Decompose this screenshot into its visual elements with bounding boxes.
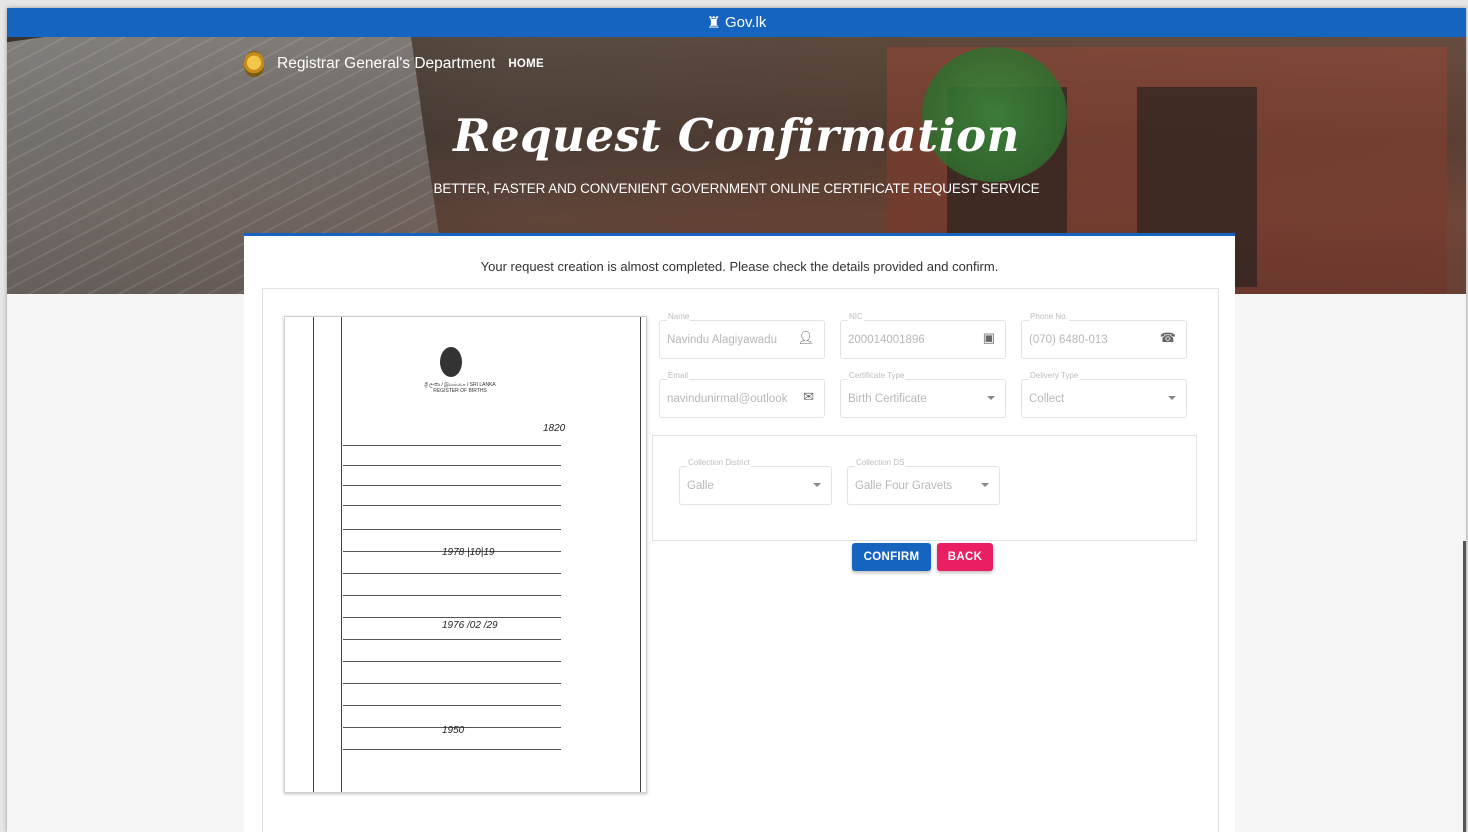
document-row-line <box>343 505 561 506</box>
delivery-type-select[interactable]: Delivery Type Collect <box>1021 371 1187 418</box>
document-row-line <box>343 485 561 486</box>
collection-panel: Collection District Galle Collection DS … <box>652 435 1197 541</box>
name-label: Name <box>667 312 691 321</box>
document-row-line <box>343 595 561 596</box>
phone-icon: ☎︎ <box>1159 330 1176 345</box>
document-row-line <box>343 465 561 466</box>
confirm-button[interactable]: CONFIRM <box>852 543 931 571</box>
document-handwriting: 1976 /02 /29 <box>442 620 498 631</box>
document-year-mark: 1820 <box>543 423 566 434</box>
email-label: Email <box>667 371 690 380</box>
page-title: Request Confirmation <box>453 109 1020 162</box>
department-name[interactable]: Registrar General's Department <box>277 55 495 73</box>
delivery-type-value[interactable]: Collect <box>1029 393 1064 405</box>
certificate-type-value[interactable]: Birth Certificate <box>848 393 927 405</box>
document-header: ශ්‍රී ලංකා / இலங்கை / SRI LANKA REGISTER… <box>424 382 496 394</box>
confirmation-message: Your request creation is almost complete… <box>480 259 999 274</box>
document-crest-icon <box>440 347 462 377</box>
collection-ds-select[interactable]: Collection DS Galle Four Gravets <box>847 458 1000 505</box>
gov-bar: ♜ Gov.lk <box>7 8 1466 37</box>
gov-bar-text[interactable]: Gov.lk <box>725 14 766 31</box>
emblem-icon[interactable] <box>244 51 264 77</box>
delivery-type-label: Delivery Type <box>1029 371 1080 380</box>
document-row-line <box>343 639 561 640</box>
browser-page: ♜ Gov.lk Registrar General's Department … <box>7 8 1466 832</box>
document-row-line <box>343 683 561 684</box>
chevron-down-icon[interactable] <box>1168 396 1176 400</box>
document-border-line <box>341 317 342 792</box>
page-scrollbar[interactable] <box>1463 541 1466 832</box>
nic-label: NIC <box>848 312 864 321</box>
certificate-type-select[interactable]: Certificate Type Birth Certificate <box>840 371 1006 418</box>
page-subtitle: BETTER, FASTER AND CONVENIENT GOVERNMENT… <box>433 181 1040 196</box>
document-row-line <box>343 661 561 662</box>
collection-district-select[interactable]: Collection District Galle <box>679 458 832 505</box>
mail-icon: ✉︎ <box>803 389 814 404</box>
document-row-line <box>343 705 561 706</box>
brand: Registrar General's Department HOME <box>244 51 544 77</box>
collection-ds-label: Collection DS <box>855 458 906 467</box>
document-handwriting: 1950 <box>442 725 465 736</box>
chevron-down-icon[interactable] <box>813 483 821 487</box>
document-row-line <box>343 573 561 574</box>
email-field[interactable]: Email navindunirmal@outlook ✉︎ <box>659 371 825 418</box>
document-handwriting: 1978 |10|19 <box>442 547 495 558</box>
collection-ds-value[interactable]: Galle Four Gravets <box>855 480 952 492</box>
collection-district-value[interactable]: Galle <box>687 480 714 492</box>
document-row-line <box>343 529 561 530</box>
name-value[interactable]: Navindu Alagiyawadu <box>667 334 797 346</box>
chevron-down-icon[interactable] <box>987 396 995 400</box>
certificate-document-image: ශ්‍රී ලංකා / இலங்கை / SRI LANKA REGISTER… <box>284 316 647 793</box>
confirmation-card: Your request creation is almost complete… <box>244 233 1235 832</box>
phone-label: Phone No. <box>1029 312 1069 321</box>
details-panel: ශ්‍රී ලංකා / இலங்கை / SRI LANKA REGISTER… <box>262 288 1219 832</box>
document-row-line <box>343 749 561 750</box>
document-border-line <box>640 317 641 792</box>
lion-icon: ♜ <box>706 14 721 32</box>
nic-value[interactable]: 200014001896 <box>848 334 925 346</box>
phone-field[interactable]: Phone No. (070) 6480-013 ☎︎ <box>1021 312 1187 359</box>
collection-district-label: Collection District <box>687 458 751 467</box>
chevron-down-icon[interactable] <box>981 483 989 487</box>
back-button[interactable]: BACK <box>937 543 993 571</box>
person-icon: 👤︎ <box>797 330 814 345</box>
certificate-type-label: Certificate Type <box>848 371 906 380</box>
nic-field[interactable]: NIC 200014001896 ▣ <box>840 312 1006 359</box>
document-row-line <box>343 617 561 618</box>
name-field[interactable]: Name Navindu Alagiyawadu 👤︎ <box>659 312 825 359</box>
email-value[interactable]: navindunirmal@outlook <box>667 393 799 405</box>
document-row-line <box>343 445 561 446</box>
home-link[interactable]: HOME <box>508 58 544 70</box>
id-card-icon: ▣ <box>982 330 995 345</box>
phone-value[interactable]: (070) 6480-013 <box>1029 334 1108 346</box>
document-border-line <box>313 317 314 792</box>
